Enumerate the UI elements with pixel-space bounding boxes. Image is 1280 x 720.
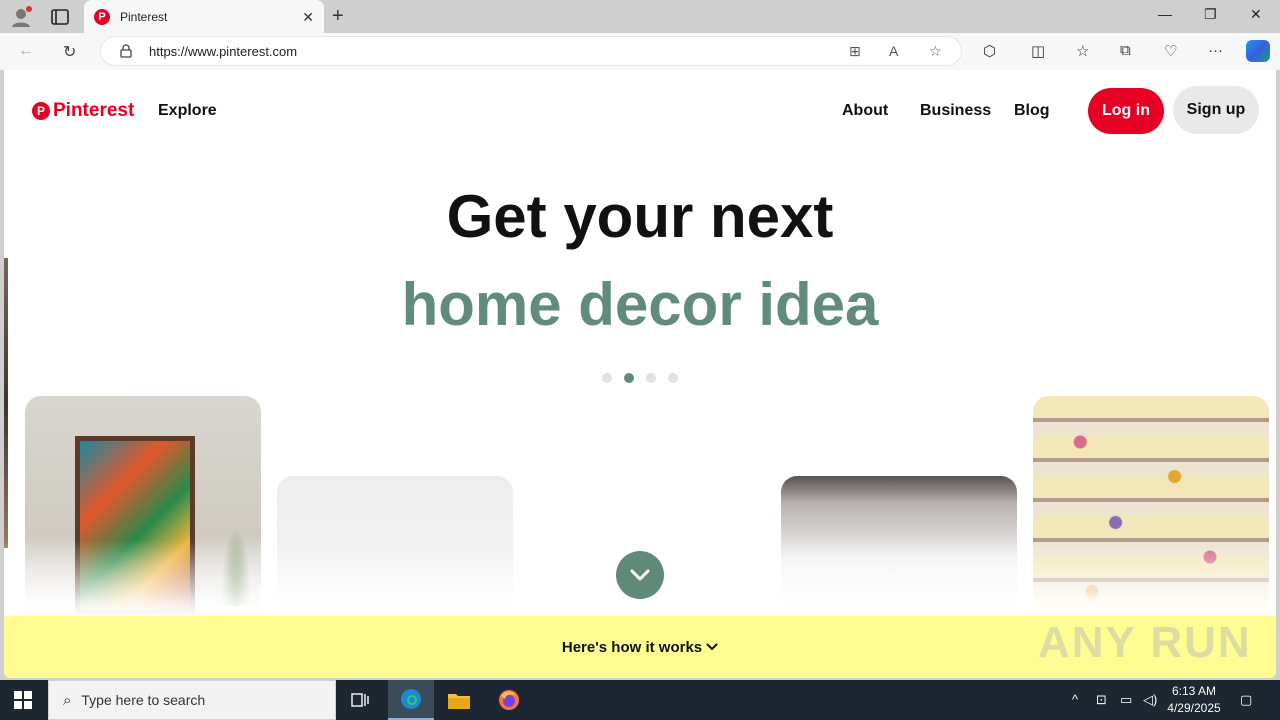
browser-essentials-icon[interactable]: ♡ <box>1164 42 1177 60</box>
new-tab-icon[interactable]: + <box>332 5 344 28</box>
signup-button[interactable]: Sign up <box>1173 86 1259 134</box>
scroll-down-button[interactable] <box>616 551 664 599</box>
network-icon[interactable]: ▭ <box>1120 692 1132 708</box>
profile-icon[interactable] <box>10 6 32 28</box>
refresh-icon[interactable]: ↻ <box>63 42 76 62</box>
carousel-dot-3[interactable] <box>646 373 656 383</box>
browser-tab-bar: P Pinterest ✕ + — ❐ ✕ <box>0 0 1280 33</box>
show-hidden-icons-chevron-icon[interactable]: ^ <box>1072 692 1078 707</box>
about-link[interactable]: About <box>842 102 888 120</box>
tab-actions-icon[interactable] <box>50 7 70 27</box>
browser-toolbar: ← ↻ https://www.pinterest.com ⊞ A ☆ ⬡ ◫ … <box>0 33 1280 70</box>
business-link[interactable]: Business <box>920 102 991 120</box>
tab-title: Pinterest <box>120 9 168 24</box>
carousel-dot-4[interactable] <box>668 373 678 383</box>
favorites-icon[interactable]: ☆ <box>1076 42 1089 60</box>
windows-start-icon[interactable] <box>14 691 32 709</box>
volume-icon[interactable]: ◁) <box>1143 692 1157 708</box>
search-icon: ⌕ <box>63 691 72 709</box>
copilot-icon[interactable] <box>1246 40 1270 62</box>
favorite-star-icon[interactable]: ☆ <box>929 43 942 60</box>
app-available-icon[interactable]: ⊞ <box>849 43 861 60</box>
login-button[interactable]: Log in <box>1088 88 1164 134</box>
chevron-down-icon <box>706 643 718 651</box>
task-view-icon[interactable] <box>337 680 383 720</box>
anyrun-watermark: ANY RUN <box>1038 618 1252 667</box>
lock-icon[interactable] <box>119 44 133 58</box>
logo-text: Pinterest <box>53 100 135 121</box>
search-placeholder: Type here to search <box>81 692 206 708</box>
hero-subheading: home decor idea <box>401 271 879 338</box>
browser-tab-pinterest[interactable]: P Pinterest ✕ <box>84 0 324 33</box>
explore-link[interactable]: Explore <box>158 102 217 120</box>
how-it-works-label: Here's how it works <box>561 638 703 656</box>
url-text: https://www.pinterest.com <box>149 44 298 59</box>
restore-icon[interactable]: ❐ <box>1204 6 1217 23</box>
chevron-down-icon <box>630 569 650 581</box>
edge-taskbar-icon[interactable] <box>388 680 434 720</box>
taskbar-clock[interactable]: 6:13 AM 4/29/2025 <box>1166 683 1222 717</box>
minimize-icon[interactable]: — <box>1158 6 1172 22</box>
address-bar[interactable]: https://www.pinterest.com ⊞ A ☆ <box>100 36 962 66</box>
close-tab-icon[interactable]: ✕ <box>302 9 314 26</box>
taskbar-search-box[interactable]: ⌕ Type here to search <box>48 680 336 720</box>
split-screen-icon[interactable]: ◫ <box>1031 42 1045 60</box>
back-icon[interactable]: ← <box>18 42 34 60</box>
carousel-dots <box>602 373 678 383</box>
pinterest-logo[interactable]: P Pinterest <box>32 100 134 122</box>
firefox-icon[interactable] <box>486 680 532 720</box>
carousel-dot-1[interactable] <box>602 373 612 383</box>
meet-now-icon[interactable]: ⊡ <box>1096 692 1107 708</box>
read-aloud-icon[interactable]: A <box>889 43 898 59</box>
pinterest-favicon-icon: P <box>94 8 110 25</box>
collections-icon[interactable]: ⧉ <box>1120 42 1131 59</box>
hero-heading: Get your next <box>446 183 834 250</box>
file-explorer-icon[interactable] <box>436 680 482 720</box>
pinterest-page: P Pinterest Explore About Business Blog … <box>4 70 1276 678</box>
blog-link[interactable]: Blog <box>1014 102 1050 120</box>
more-menu-icon[interactable]: ··· <box>1208 42 1223 59</box>
notifications-icon[interactable]: ▢ <box>1240 692 1252 708</box>
pinterest-logo-icon: P <box>32 102 50 120</box>
extensions-icon[interactable]: ⬡ <box>983 42 996 60</box>
carousel-dot-2[interactable] <box>624 373 634 383</box>
close-window-icon[interactable]: ✕ <box>1250 6 1262 23</box>
clock-time: 6:13 AM <box>1171 684 1217 698</box>
windows-taskbar: ⌕ Type here to search ^ ⊡ ▭ ◁) 6:13 AM 4… <box>0 680 1280 720</box>
clock-date: 4/29/2025 <box>1167 701 1221 715</box>
